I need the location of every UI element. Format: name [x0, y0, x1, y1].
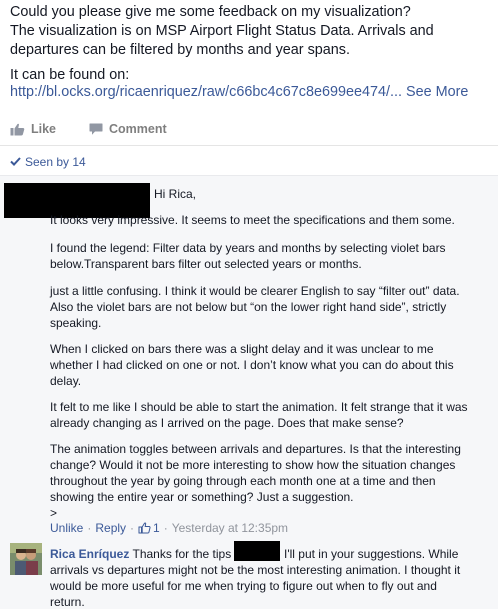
comment-meta: Unlike · Reply · 1 · Yesterday at 12:35p… — [50, 521, 288, 535]
comment-label: Comment — [109, 122, 167, 136]
redacted-mention — [234, 541, 280, 561]
like-button[interactable]: Like — [10, 122, 56, 136]
comment-line: already changing as I arrived on the pag… — [50, 416, 404, 430]
like-label: Like — [31, 122, 57, 136]
separator-dot: · — [163, 521, 168, 535]
visualization-link[interactable]: http://bl.ocks.org/ricaenriquez/raw/c66b… — [10, 84, 402, 100]
unlike-link[interactable]: Unlike — [50, 521, 83, 535]
avatar[interactable] — [10, 543, 42, 575]
seen-by-indicator[interactable]: Seen by 14 — [10, 155, 86, 169]
comment-line: whether I had clicked on one or not. I d… — [50, 358, 454, 372]
like-count[interactable]: 1 — [153, 521, 160, 535]
post-body: Could you please give me some feedback o… — [0, 0, 498, 114]
comment-line: It looks very impressive. It seems to me… — [50, 213, 455, 227]
post-text-line: departures can be filtered by months and… — [10, 42, 350, 58]
reply-line: would be more useful for me when trying … — [50, 579, 437, 593]
speech-bubble-icon — [89, 123, 103, 136]
comment-button[interactable]: Comment — [89, 122, 167, 136]
seen-by-label: Seen by 14 — [25, 155, 86, 169]
see-more-link[interactable]: See More — [406, 84, 468, 100]
comment-greeting: Hi Rica, — [154, 187, 197, 201]
post-url-link[interactable]: http://bl.ocks.org/ricaenriquez/raw/c66b… — [10, 83, 468, 101]
comment-line: delay. — [50, 374, 82, 388]
comment-line: speaking. — [50, 316, 102, 330]
checkmark-icon — [10, 155, 21, 169]
small-thumbs-up-icon[interactable] — [138, 522, 151, 534]
comment-line: showing the entire year or something? Ju… — [50, 490, 354, 504]
post-text-line: It can be found on: — [10, 67, 130, 83]
post-text-line: The visualization is on MSP Airport Flig… — [10, 23, 434, 39]
reply-text-start: Thanks for the tips — [132, 547, 232, 561]
post-text-line: Could you please give me some feedback o… — [10, 4, 411, 20]
post-actions-bar: Like Comment — [0, 114, 498, 146]
comment-timestamp[interactable]: Yesterday at 12:35pm — [172, 521, 288, 535]
thumbs-up-icon — [10, 123, 25, 136]
reply-link[interactable]: Reply — [95, 521, 126, 535]
reply-line: return. — [50, 595, 85, 609]
comment-line: > — [50, 506, 58, 520]
separator-dot: · — [87, 521, 92, 535]
comment-line: Also the violet bars are not below but “… — [50, 300, 447, 314]
comment-line: below.Transparent bars filter out select… — [50, 257, 362, 271]
reply-author-name[interactable]: Rica Enríquez — [50, 547, 129, 561]
separator-dot: · — [130, 521, 135, 535]
